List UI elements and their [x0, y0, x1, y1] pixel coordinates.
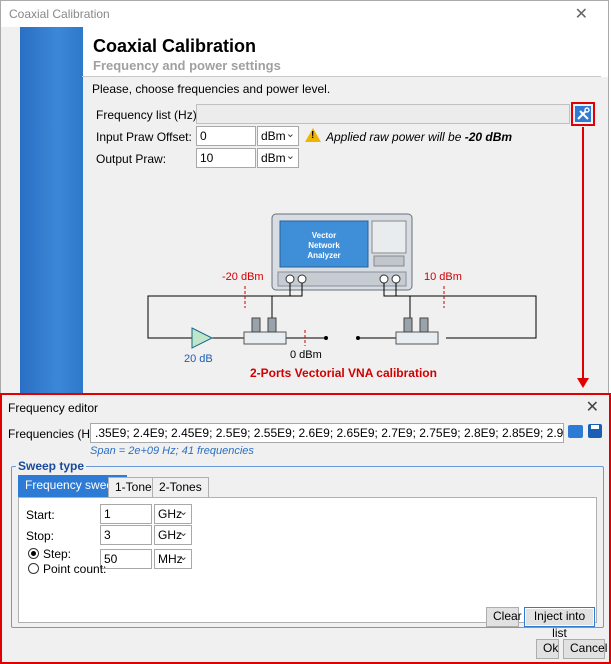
- stop-label: Stop:: [26, 529, 55, 543]
- sweep-type-legend: Sweep type: [16, 459, 87, 473]
- step-label: Step:: [43, 547, 72, 561]
- start-unit-select[interactable]: GHz ⌄: [154, 504, 192, 524]
- mid-power-label: 0 dBm: [290, 349, 322, 361]
- frequencies-field[interactable]: .35E9; 2.4E9; 2.45E9; 2.5E9; 2.55E9; 2.6…: [90, 423, 564, 443]
- step-field[interactable]: 50: [100, 549, 152, 569]
- point-count-label: Point count:: [43, 562, 107, 576]
- frequency-editor-dialog: Frequency editor ✕ Frequencies (Hz): .35…: [0, 393, 611, 664]
- right-coupler: [395, 317, 439, 345]
- vna-label-line3: Analyzer: [307, 251, 340, 260]
- amplifier-gain-label: 20 dB: [184, 353, 213, 365]
- stop-unit-select[interactable]: GHz ⌄: [154, 525, 192, 545]
- cancel-button[interactable]: Cancel: [563, 639, 607, 659]
- start-label: Start:: [26, 508, 55, 522]
- span-info-text: Span = 2e+09 Hz; 41 frequencies: [90, 445, 254, 457]
- diagram-caption: 2-Ports Vectorial VNA calibration: [250, 366, 437, 380]
- cable-lines: [147, 283, 537, 339]
- clear-button[interactable]: Clear: [486, 607, 522, 627]
- vna-setup-diagram: Vector Network Analyzer -20 dBm 10 dBm 2…: [147, 213, 537, 365]
- dialog-title: Frequency editor: [8, 401, 99, 415]
- left-coupler: [243, 317, 287, 345]
- port-connector: [324, 336, 328, 340]
- chevron-down-icon: ⌄: [178, 527, 188, 539]
- step-unit-select[interactable]: MHz ⌄: [154, 549, 192, 569]
- inject-into-list-button[interactable]: Inject into list: [524, 607, 595, 640]
- chevron-down-icon: ⌄: [178, 506, 188, 518]
- step-radio[interactable]: [28, 548, 39, 559]
- stop-field[interactable]: 3: [100, 525, 152, 545]
- vna-label-line2: Network: [308, 241, 340, 250]
- folder-open-icon[interactable]: [568, 425, 583, 438]
- start-field[interactable]: 1: [100, 504, 152, 524]
- callout-arrow-head: [577, 378, 589, 388]
- callout-arrow-line: [582, 127, 584, 379]
- right-power-label: 10 dBm: [424, 271, 462, 283]
- vna-label-line1: Vector: [312, 231, 336, 240]
- point-count-radio[interactable]: [28, 563, 39, 574]
- dialog-close-icon[interactable]: ✕: [586, 397, 599, 417]
- tab-2-tones[interactable]: 2-Tones: [152, 477, 209, 497]
- vna-instrument: [271, 213, 413, 291]
- save-icon[interactable]: [588, 424, 602, 438]
- ok-button[interactable]: Ok: [536, 639, 559, 659]
- chevron-down-icon: ⌄: [178, 551, 188, 563]
- port-connector: [356, 336, 360, 340]
- left-power-label: -20 dBm: [222, 271, 264, 283]
- amplifier-symbol: [191, 327, 214, 349]
